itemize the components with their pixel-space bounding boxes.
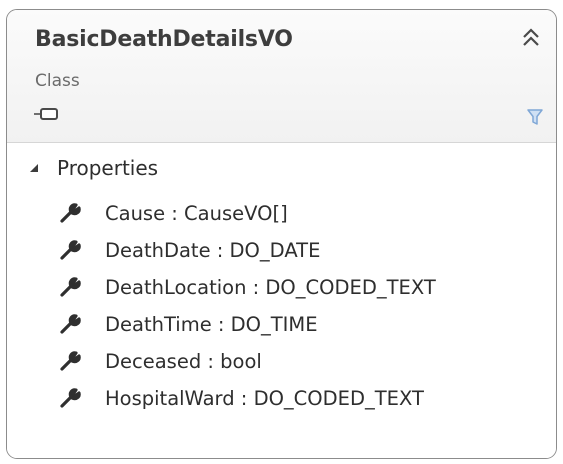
property-item[interactable]: HospitalWard : DO_CODED_TEXT: [59, 381, 424, 415]
collapse-button[interactable]: [520, 26, 542, 50]
wrench-icon: [60, 388, 81, 408]
class-title: BasicDeathDetailsVO: [35, 27, 293, 52]
property-label: Cause : CauseVO[]: [105, 201, 288, 225]
filter-button[interactable]: [526, 108, 544, 126]
class-box-icon: [33, 106, 59, 122]
double-chevron-up-icon: [523, 28, 539, 46]
wrench-icon: [60, 240, 81, 260]
property-label: Deceased : bool: [105, 349, 262, 373]
property-item[interactable]: DeathDate : DO_DATE: [59, 233, 320, 267]
wrench-icon: [60, 277, 81, 297]
class-shape[interactable]: BasicDeathDetailsVO Class Properties Cau…: [6, 9, 557, 459]
wrench-icon: [60, 314, 81, 334]
wrench-icon: [60, 351, 81, 371]
filter-funnel-icon: [527, 109, 543, 125]
property-item[interactable]: Cause : CauseVO[]: [59, 196, 288, 230]
class-stereotype: Class: [35, 71, 80, 91]
property-label: DeathLocation : DO_CODED_TEXT: [105, 275, 436, 299]
properties-compartment: Properties Cause : CauseVO[] DeathDate :…: [7, 143, 556, 458]
properties-section-header[interactable]: Properties: [29, 153, 158, 183]
property-item[interactable]: Deceased : bool: [59, 344, 262, 378]
property-label: HospitalWard : DO_CODED_TEXT: [105, 386, 424, 410]
section-label: Properties: [57, 156, 159, 180]
class-header: BasicDeathDetailsVO Class: [7, 10, 556, 143]
property-item[interactable]: DeathTime : DO_TIME: [59, 307, 318, 341]
property-label: DeathTime : DO_TIME: [105, 312, 318, 336]
expanded-triangle-icon[interactable]: [29, 163, 39, 173]
property-label: DeathDate : DO_DATE: [105, 238, 321, 262]
property-item[interactable]: DeathLocation : DO_CODED_TEXT: [59, 270, 436, 304]
wrench-icon: [60, 203, 81, 223]
